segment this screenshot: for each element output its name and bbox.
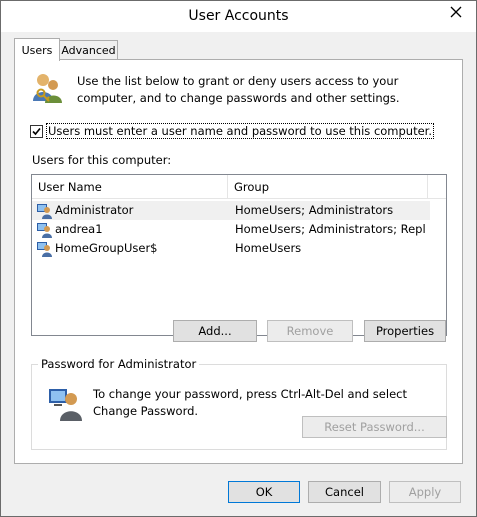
intro-text: Use the list below to grant or deny user…: [77, 74, 400, 105]
password-group-box: Password for Administrator To change you…: [31, 357, 447, 450]
window-title: User Accounts: [188, 8, 289, 24]
tab-users-label: Users: [21, 43, 53, 57]
ok-button[interactable]: OK: [228, 481, 300, 503]
user-accounts-window: User Accounts Users Advanced Use the lis…: [0, 0, 477, 517]
require-login-row: Users must enter a user name and passwor…: [30, 123, 435, 139]
tab-users[interactable]: Users: [14, 38, 60, 61]
table-row[interactable]: Administrator HomeUsers; Administrators: [32, 201, 430, 220]
apply-button[interactable]: Apply: [389, 481, 461, 503]
group-cell: HomeUsers; Administrators; Repli...: [235, 222, 425, 236]
apply-button-label: Apply: [408, 485, 442, 499]
close-button[interactable]: [442, 2, 470, 22]
user-computer-icon: [37, 242, 52, 257]
properties-button-label: Properties: [375, 324, 435, 338]
password-group-legend: Password for Administrator: [38, 357, 200, 371]
table-row[interactable]: andrea1 HomeUsers; Administrators; Repli…: [32, 220, 430, 239]
require-login-checkbox[interactable]: [30, 124, 43, 138]
cancel-button-label: Cancel: [325, 485, 364, 499]
column-header-group[interactable]: Group: [228, 175, 428, 198]
reset-password-button[interactable]: Reset Password...: [302, 416, 447, 438]
user-name-cell: andrea1: [55, 222, 103, 236]
checkmark-icon: [32, 127, 41, 135]
tab-advanced-label: Advanced: [61, 44, 116, 57]
group-cell: HomeUsers: [235, 241, 302, 255]
column-header-user-name[interactable]: User Name: [32, 175, 228, 198]
user-name-cell: HomeGroupUser$: [55, 241, 158, 255]
password-instructions: To change your password, press Ctrl-Alt-…: [93, 387, 407, 418]
users-keys-icon: [33, 74, 62, 103]
require-login-label[interactable]: Users must enter a user name and passwor…: [46, 123, 435, 139]
table-row[interactable]: HomeGroupUser$ HomeUsers: [32, 239, 430, 258]
users-list-label: Users for this computer:: [32, 153, 172, 167]
user-computer-icon: [37, 204, 52, 219]
add-button-label: Add...: [198, 324, 232, 338]
add-user-button[interactable]: Add...: [173, 320, 257, 342]
reset-password-label: Reset Password...: [324, 420, 425, 434]
close-icon: [450, 6, 462, 18]
group-cell: HomeUsers; Administrators: [235, 203, 394, 217]
user-name-cell: Administrator: [55, 203, 134, 217]
remove-button-label: Remove: [286, 324, 334, 338]
properties-button[interactable]: Properties: [364, 320, 446, 342]
user-computer-icon: [37, 223, 52, 238]
user-icon: [49, 389, 82, 421]
cancel-button[interactable]: Cancel: [308, 481, 381, 503]
title-bar: User Accounts: [1, 1, 476, 32]
users-tab-panel: Use the list below to grant or deny user…: [14, 59, 463, 464]
listview-header: User Name Group: [32, 175, 446, 199]
tab-advanced[interactable]: Advanced: [59, 40, 118, 60]
remove-user-button[interactable]: Remove: [267, 320, 353, 342]
users-listview[interactable]: User Name Group Administrator HomeUsers;…: [31, 174, 447, 336]
ok-button-label: OK: [255, 485, 273, 499]
